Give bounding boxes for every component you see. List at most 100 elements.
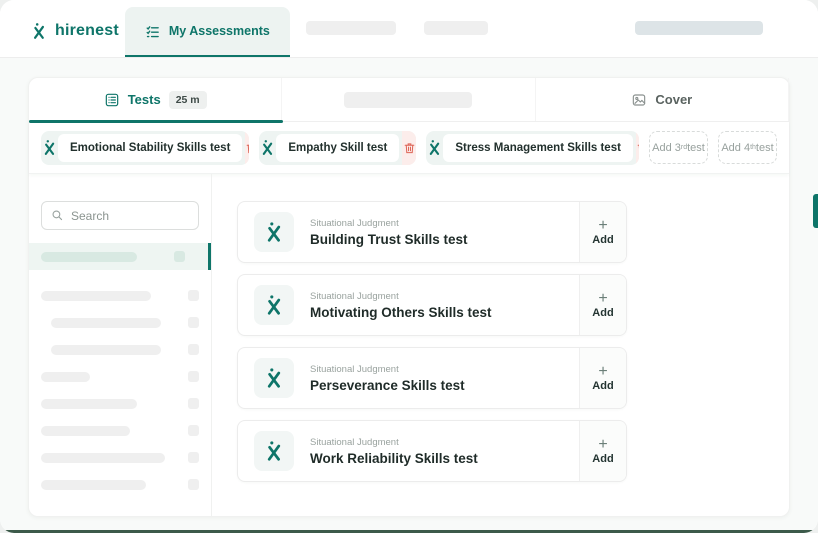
hirenest-logomark-icon (254, 285, 294, 325)
category-item[interactable] (29, 471, 211, 498)
category-item[interactable] (29, 336, 211, 363)
skeleton-bar (41, 425, 130, 436)
plus-icon: + (598, 289, 608, 307)
skeleton-bar (41, 479, 146, 490)
hirenest-logomark-icon (254, 212, 294, 252)
skeleton-count (188, 344, 199, 355)
tab-tests-label: Tests (127, 92, 161, 107)
remove-test-button[interactable] (245, 130, 250, 165)
tab-cover[interactable]: Cover (536, 78, 789, 121)
hirenest-logomark-icon (426, 131, 443, 165)
test-category: Situational Judgment (310, 363, 399, 375)
skeleton-count (188, 371, 199, 382)
test-row[interactable]: Situational Judgment Motivating Others S… (237, 274, 627, 336)
skeleton-count (188, 479, 199, 490)
cover-image-icon (631, 92, 647, 108)
test-category: Situational Judgment (310, 436, 399, 448)
tab-cover-label: Cover (655, 92, 693, 107)
content-area: Situational Judgment Building Trust Skil… (29, 174, 789, 516)
skeleton-count (188, 398, 199, 409)
test-name: Building Trust Skills test (310, 231, 468, 247)
selected-indicator (208, 243, 211, 270)
header-action-skeleton (635, 21, 763, 35)
active-tab-underline (29, 120, 283, 123)
hirenest-logomark-icon (41, 131, 58, 165)
selected-test-chip[interactable]: Stress Management Skills test (426, 130, 639, 165)
skeleton-bar (41, 452, 165, 463)
test-category: Situational Judgment (310, 217, 399, 229)
nav-skeleton-item (423, 21, 488, 35)
test-row[interactable]: Situational Judgment Work Reliability Sk… (237, 420, 627, 482)
add-button-label: Add (592, 379, 614, 392)
add-test-button[interactable]: + Add (579, 421, 626, 481)
hirenest-logomark-icon (254, 358, 294, 398)
nav-tab-my-assessments[interactable]: My Assessments (124, 7, 290, 57)
assessment-builder-card: Tests 25 m Cover Emotional Stability Ski… (28, 77, 790, 517)
skeleton-bar (51, 317, 161, 328)
category-item[interactable] (29, 390, 211, 417)
test-name: Work Reliability Skills test (310, 450, 478, 466)
skeleton-bar (41, 371, 90, 382)
skeleton-bar (51, 344, 161, 355)
top-nav: hirenest My Assessments (0, 0, 818, 58)
test-row-body: Situational Judgment Building Trust Skil… (238, 202, 579, 262)
skeleton-bar (41, 251, 137, 262)
selected-tests-row: Emotional Stability Skills test Empathy … (29, 122, 789, 174)
test-name: Motivating Others Skills test (310, 304, 492, 320)
skeleton-bar (41, 398, 137, 409)
add-button-label: Add (592, 452, 614, 465)
add-test-button[interactable]: + Add (579, 348, 626, 408)
skeleton-count (188, 290, 199, 301)
test-row[interactable]: Situational Judgment Perseverance Skills… (237, 347, 627, 409)
category-item[interactable] (29, 444, 211, 471)
add-slot-text: test (755, 141, 774, 154)
tab-skeleton[interactable] (282, 78, 536, 121)
plus-icon: + (598, 435, 608, 453)
search-box[interactable] (41, 201, 199, 230)
available-tests-list: Situational Judgment Building Trust Skil… (237, 201, 627, 482)
search-input[interactable] (71, 208, 171, 223)
test-row[interactable]: Situational Judgment Building Trust Skil… (237, 201, 627, 263)
category-item[interactable] (29, 363, 211, 390)
hirenest-logomark-icon (30, 22, 48, 40)
test-name: Perseverance Skills test (310, 377, 465, 393)
skeleton-count (188, 425, 199, 436)
skeleton-count (188, 452, 199, 463)
add-third-test-slot[interactable]: Add 3rd test (649, 131, 708, 164)
skeleton-bar (41, 290, 151, 301)
hirenest-logomark-icon (254, 431, 294, 471)
selected-test-name: Emotional Stability Skills test (58, 133, 243, 162)
nav-tab-label: My Assessments (168, 24, 270, 38)
category-item[interactable] (29, 417, 211, 444)
add-fourth-test-slot[interactable]: Add 4th test (718, 131, 777, 164)
add-slot-text: test (687, 141, 705, 154)
selected-test-chip[interactable]: Empathy Skill test (259, 130, 417, 165)
selected-test-name: Stress Management Skills test (443, 133, 633, 162)
category-item[interactable] (29, 309, 211, 336)
plus-icon: + (598, 216, 608, 234)
remove-test-button[interactable] (402, 130, 417, 165)
builder-tabbar: Tests 25 m Cover (29, 78, 789, 123)
checklist-icon (145, 24, 160, 39)
remove-test-button[interactable] (635, 130, 639, 165)
selected-test-name: Empathy Skill test (276, 133, 400, 162)
skeleton-count (188, 317, 199, 328)
brand-logo[interactable]: hirenest (30, 22, 119, 40)
category-item[interactable] (29, 282, 211, 309)
test-row-body: Situational Judgment Motivating Others S… (238, 275, 579, 335)
search-icon (51, 209, 64, 222)
tab-skeleton-bar (344, 91, 473, 108)
brand-name: hirenest (55, 22, 119, 39)
test-category: Situational Judgment (310, 290, 399, 302)
selected-test-chip[interactable]: Emotional Stability Skills test (41, 130, 250, 165)
categories-sidebar (29, 174, 212, 516)
add-test-button[interactable]: + Add (579, 202, 626, 262)
tab-tests[interactable]: Tests 25 m (29, 78, 283, 121)
available-tests-panel: Situational Judgment Building Trust Skil… (212, 174, 789, 516)
add-test-button[interactable]: + Add (579, 275, 626, 335)
tests-list-icon (104, 92, 120, 108)
category-item-selected[interactable] (29, 243, 211, 270)
add-slot-text: Add 4 (721, 141, 751, 154)
duration-badge: 25 m (168, 90, 207, 109)
test-row-body: Situational Judgment Work Reliability Sk… (238, 421, 579, 481)
